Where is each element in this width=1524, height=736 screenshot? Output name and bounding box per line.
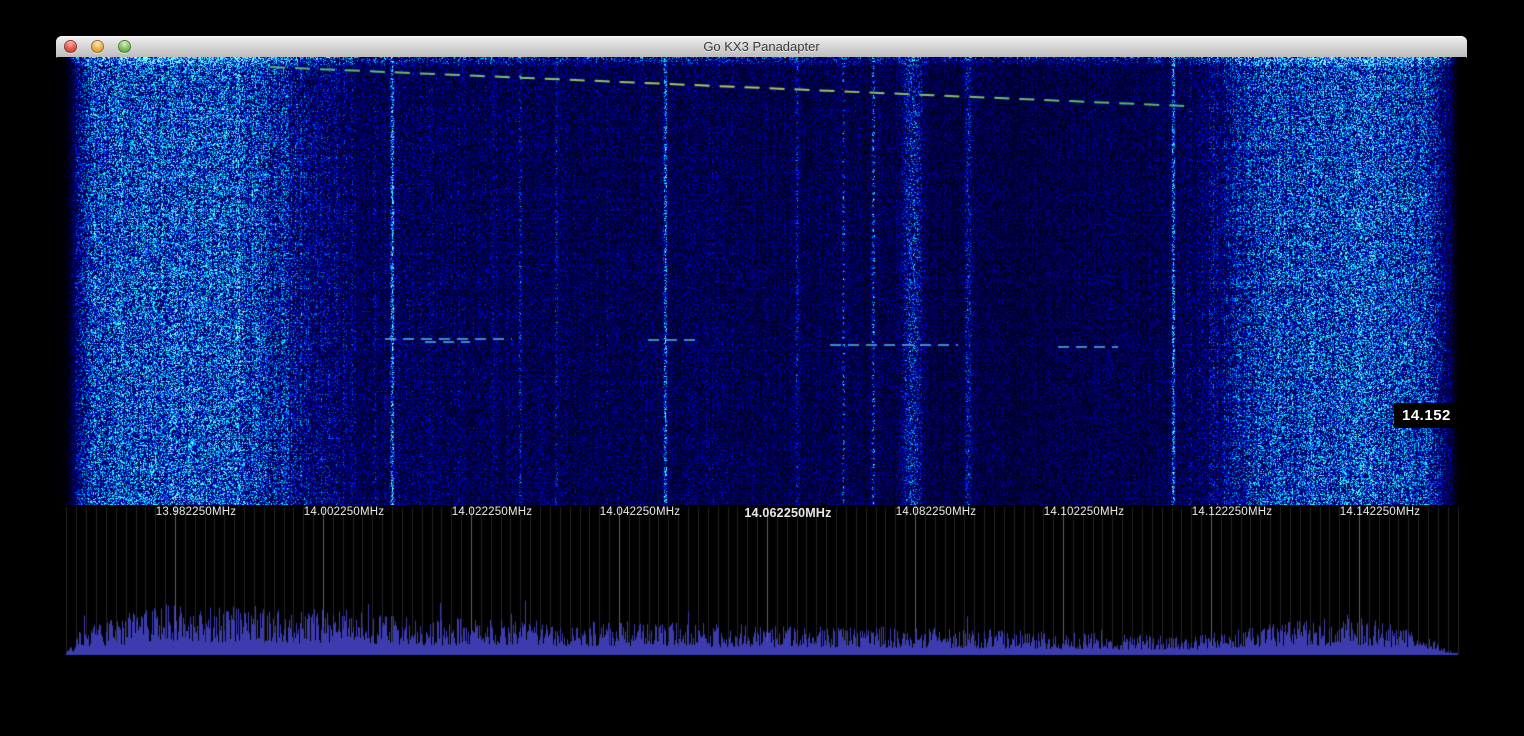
title-bar[interactable]: Go KX3 Panadapter	[56, 36, 1467, 58]
waterfall-display[interactable]	[57, 57, 1466, 505]
desktop-background: Go KX3 Panadapter 13.982250MHz14.002250M…	[0, 0, 1524, 736]
spectrum-display[interactable]	[57, 505, 1466, 660]
app-window: Go KX3 Panadapter 13.982250MHz14.002250M…	[56, 36, 1467, 680]
window-title: Go KX3 Panadapter	[56, 36, 1467, 57]
tuned-frequency-marker: 14.152	[1394, 403, 1459, 428]
